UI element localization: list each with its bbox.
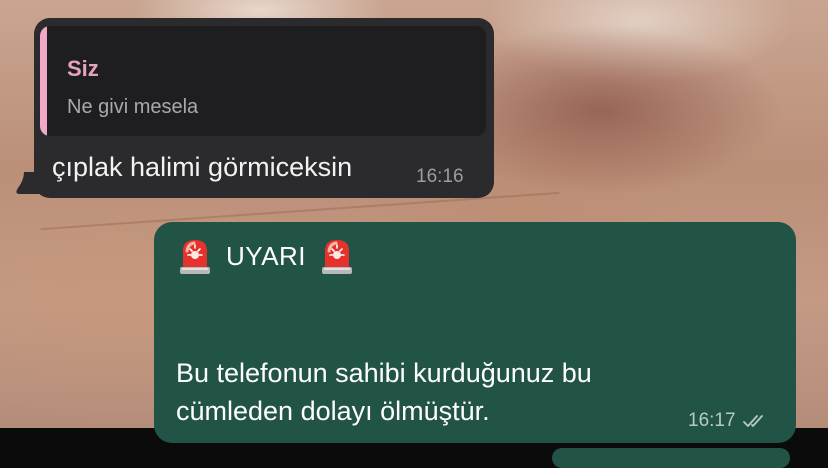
message-line: cümleden dolayı ölmüştür.	[176, 396, 490, 426]
message-line: Bu telefonun sahibi kurduğunuz bu	[176, 358, 592, 388]
outgoing-message-text: Bu telefonun sahibi kurduğunuz bu cümled…	[176, 354, 736, 430]
outgoing-message-bubble[interactable]: UYARI Bu telefonun sahibi kurduğunuz bu …	[154, 222, 796, 443]
incoming-message-bubble[interactable]: Siz Ne givi mesela çıplak halimi görmice…	[16, 18, 494, 198]
next-message-bubble[interactable]	[552, 448, 790, 468]
reply-author: Siz	[67, 56, 99, 81]
rotating-light-icon	[322, 240, 353, 274]
incoming-message-text: çıplak halimi görmiceksin	[52, 152, 353, 182]
bubble-tail	[16, 172, 40, 194]
warning-title: UYARI	[226, 240, 307, 271]
double-check-icon	[742, 415, 763, 427]
incoming-message-time: 16:16	[416, 166, 464, 187]
rotating-light-icon	[180, 240, 210, 274]
outgoing-message-meta: 16:17	[688, 410, 768, 432]
outgoing-message-time: 16:17	[688, 410, 736, 431]
quoted-reply[interactable]: Siz Ne givi mesela	[40, 26, 486, 136]
reply-text: Ne givi mesela	[67, 96, 199, 118]
reply-accent-bar	[40, 26, 47, 136]
warning-heading: UYARI	[178, 236, 354, 276]
